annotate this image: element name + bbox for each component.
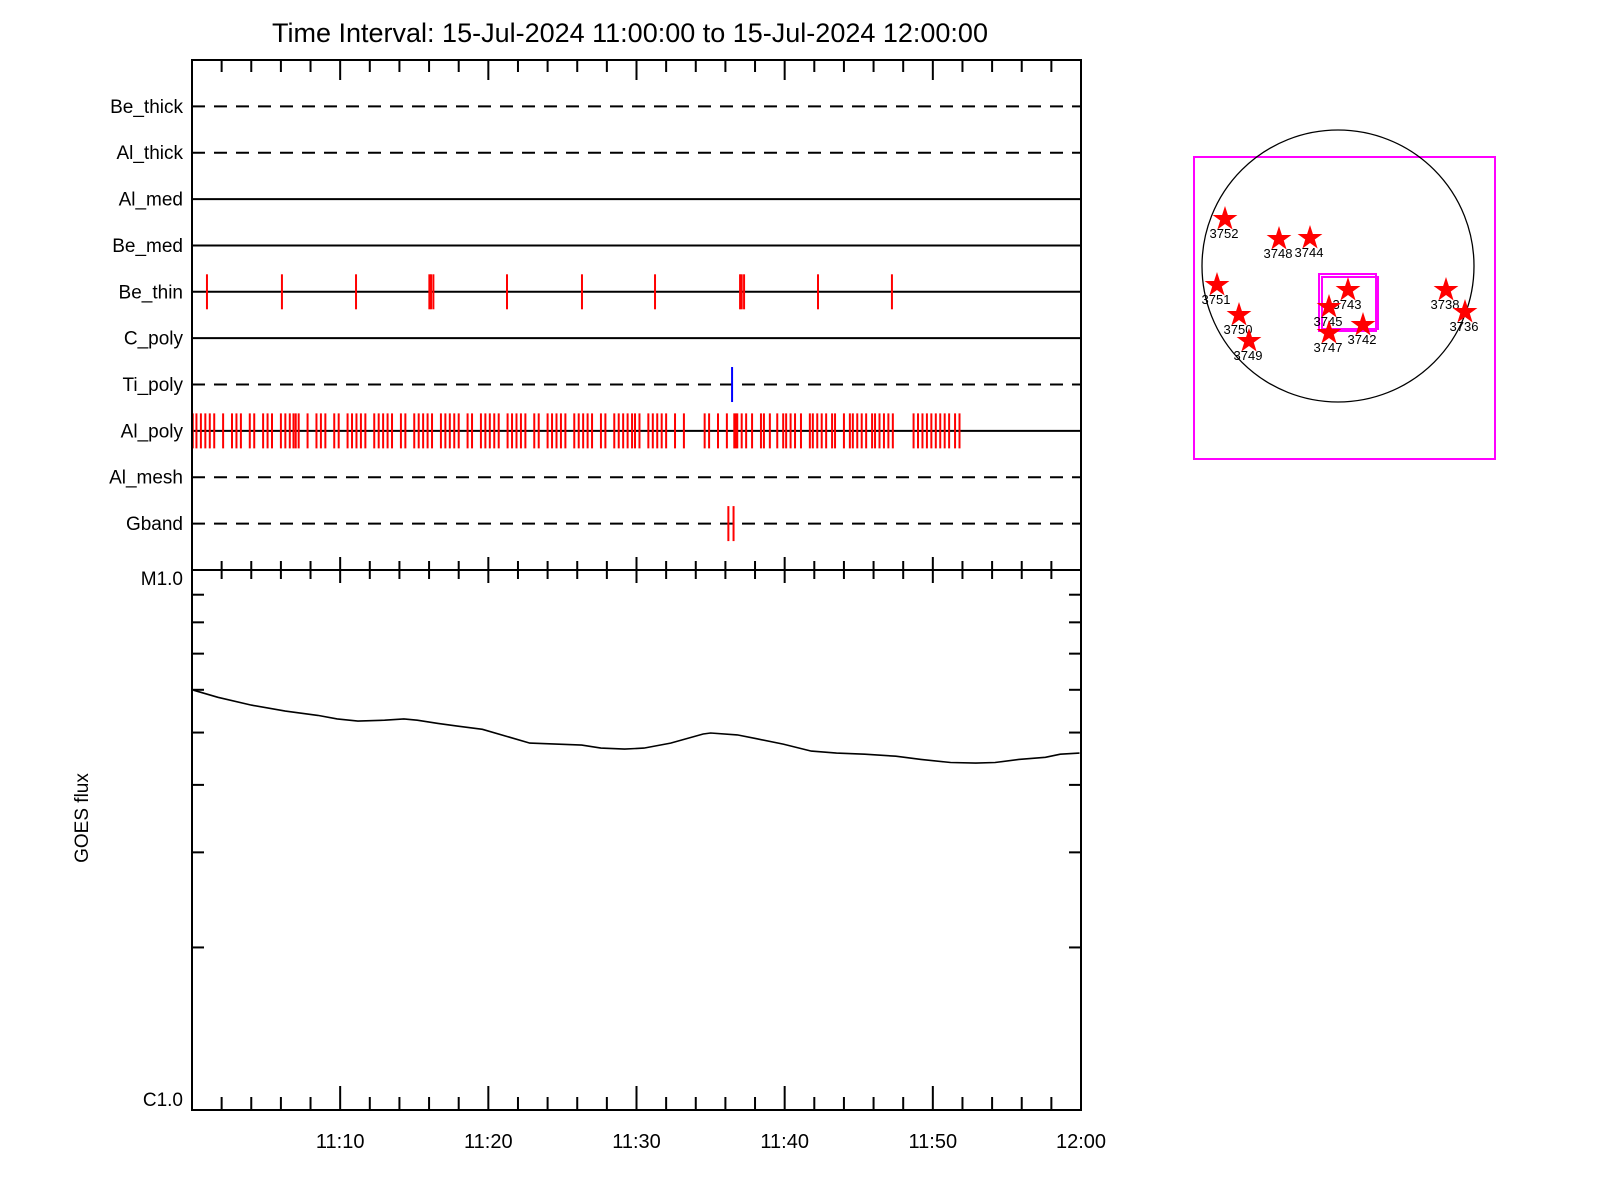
row-label-Al_thick: Al_thick [116,143,183,164]
x-tick-label-11:10: 11:10 [316,1131,365,1153]
active-region-label-3749: 3749 [1234,348,1263,363]
x-tick-label-12:00: 12:00 [1056,1131,1106,1153]
x-tick-label-11:20: 11:20 [464,1131,513,1153]
plot-title: Time Interval: 15-Jul-2024 11:00:00 to 1… [272,18,988,48]
generated-plot-content: Be_thick Al_thick Al_med Be_med Be_thin C_pol… [109,60,1496,1153]
row-label-Be_thin: Be_thin [119,282,183,303]
goes-ymin-label: C1.0 [143,1090,183,1111]
active-region-label-3752: 3752 [1210,226,1239,241]
active-region-label-3751: 3751 [1202,292,1231,307]
active-region-label-3747: 3747 [1314,340,1343,355]
figure-canvas: Time Interval: 15-Jul-2024 11:00:00 to 1… [72,18,1496,1153]
row-label-Al_poly: Al_poly [121,421,184,442]
timeline-panel-frame [191,59,1082,571]
goes-ymax-label: M1.0 [141,569,183,590]
row-label-Al_med: Al_med [119,190,183,211]
row-label-Gband: Gband [126,514,183,535]
row-label-Al_mesh: Al_mesh [109,468,183,489]
x-tick-label-11:50: 11:50 [909,1131,958,1153]
goes-flux-curve [193,689,1080,764]
goes-panel-frame [191,569,1082,1111]
active-region-label-3736: 3736 [1450,319,1479,334]
active-region-label-3742: 3742 [1348,332,1377,347]
active-region-label-3744: 3744 [1295,245,1324,260]
row-label-Be_thick: Be_thick [110,97,183,118]
row-label-Be_med: Be_med [112,236,183,257]
figure: Time Interval: 15-Jul-2024 11:00:00 to 1… [0,0,1600,1200]
row-label-Ti_poly: Ti_poly [122,375,183,396]
active-region-label-3748: 3748 [1264,246,1293,261]
row-label-C_poly: C_poly [124,329,184,350]
x-tick-label-11:40: 11:40 [760,1131,809,1153]
x-tick-label-11:30: 11:30 [612,1131,661,1153]
goes-y-axis-title: GOES flux [72,773,93,863]
